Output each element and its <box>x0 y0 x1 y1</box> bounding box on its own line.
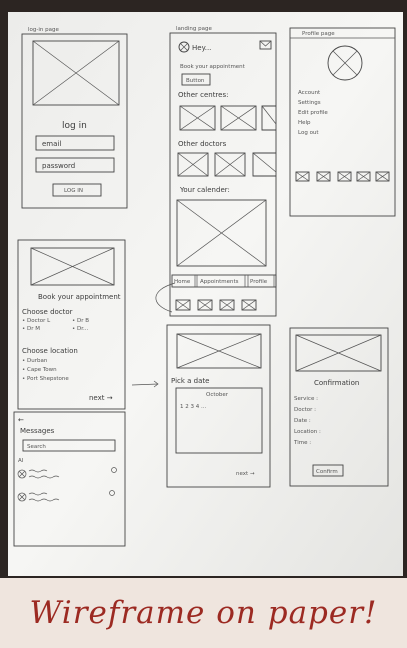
book-prompt: Book your appointment <box>180 64 246 70</box>
other-centres-label: Other centres: <box>178 91 228 99</box>
field-location: Location : <box>294 429 321 435</box>
menu-help[interactable]: Help <box>298 120 311 126</box>
caption-banner: Wireframe on paper! <box>0 578 407 648</box>
date-next-button[interactable]: next → <box>236 471 255 477</box>
doctor-option-1[interactable]: • Doctor L <box>22 318 51 324</box>
greeting: Hey... <box>192 44 211 52</box>
confirm-button-label: Confirm <box>316 469 338 475</box>
menu-settings[interactable]: Settings <box>298 100 321 106</box>
password-placeholder: password <box>42 162 75 170</box>
caption-text: Wireframe on paper! <box>29 595 378 631</box>
field-service: Service : <box>294 396 318 402</box>
calendar-month: October <box>206 392 229 398</box>
tab-profile-label: Profile <box>250 279 268 285</box>
location-option-3[interactable]: • Port Shepstone <box>22 376 69 382</box>
booking-next-button[interactable]: next → <box>89 394 113 402</box>
confirmation-heading: Confirmation <box>314 379 359 387</box>
messages-heading: Messages <box>20 427 55 435</box>
choose-doctor-label: Choose doctor <box>22 308 73 316</box>
wireframe-paper-photo: log-in page log in email password LOG IN… <box>0 0 407 578</box>
other-doctors-label: Other doctors <box>178 140 227 148</box>
doctor-option-4[interactable]: • Dr... <box>72 326 88 332</box>
landing-page-label: landing page <box>176 26 212 32</box>
login-heading: log in <box>62 121 87 131</box>
tab-home-label: Home <box>174 279 191 285</box>
menu-account[interactable]: Account <box>298 90 321 96</box>
location-option-2[interactable]: • Cape Town <box>22 367 57 373</box>
back-arrow-icon[interactable]: ← <box>18 416 24 424</box>
choose-location-label: Choose location <box>22 347 78 355</box>
calendar-label: Your calender: <box>179 186 230 194</box>
ai-section-label: AI <box>18 458 24 464</box>
doctor-option-2[interactable]: • Dr B <box>72 318 89 324</box>
menu-log-out[interactable]: Log out <box>298 130 319 136</box>
search-placeholder: Search <box>27 444 46 450</box>
login-page-label: log-in page <box>28 27 59 33</box>
doctor-option-3[interactable]: • Dr M <box>22 326 40 332</box>
book-button-label: Button <box>186 78 205 84</box>
email-placeholder: email <box>42 140 61 148</box>
calendar-days: 1 2 3 4 ... <box>180 404 206 410</box>
menu-edit-profile[interactable]: Edit profile <box>298 110 328 116</box>
field-date: Date : <box>294 418 311 424</box>
location-option-1[interactable]: • Durban <box>22 358 48 364</box>
tab-appointments-label: Appointments <box>200 279 239 285</box>
field-time: Time : <box>293 440 311 446</box>
booking-heading: Book your appointment <box>38 293 121 301</box>
field-doctor: Doctor : <box>294 407 316 413</box>
profile-page-label: Profile page <box>302 31 335 37</box>
pick-date-heading: Pick a date <box>171 377 209 385</box>
login-button-label: LOG IN <box>64 188 83 194</box>
